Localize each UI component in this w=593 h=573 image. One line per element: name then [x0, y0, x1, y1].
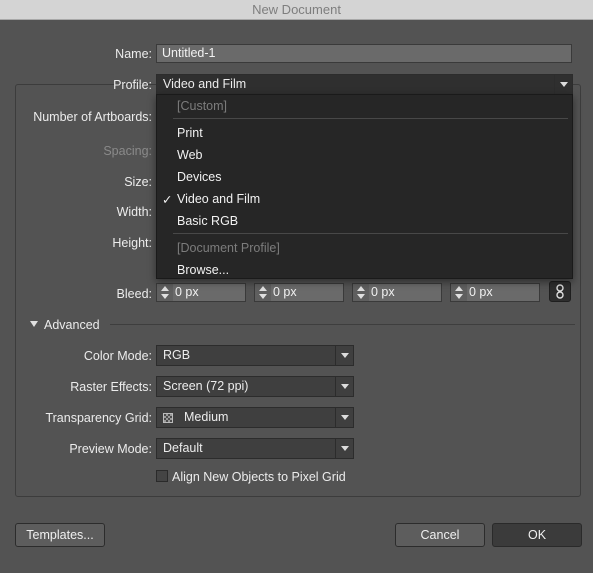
width-label: Width:: [116, 205, 152, 219]
preview-mode-dropdown[interactable]: Default: [156, 438, 354, 459]
bleed-label: Bleed:: [116, 287, 152, 301]
checkerboard-icon: [163, 413, 173, 423]
chevron-down-icon: [335, 377, 353, 396]
bleed-bottom-field[interactable]: 0 px: [271, 284, 343, 301]
stepper-arrows-icon[interactable]: [160, 285, 170, 300]
name-field[interactable]: Untitled-1: [156, 44, 572, 63]
bleed-bottom-stepper[interactable]: 0 px: [254, 283, 344, 302]
ok-button[interactable]: OK: [492, 523, 582, 547]
advanced-toggle[interactable]: Advanced: [44, 318, 100, 332]
chevron-down-icon: [554, 75, 572, 94]
menu-item-browse[interactable]: Browse...: [177, 263, 229, 277]
size-label: Size:: [124, 175, 152, 189]
color-mode-dropdown[interactable]: RGB: [156, 345, 354, 366]
menu-item-video-and-film[interactable]: ✓ Video and Film: [162, 192, 261, 207]
window-title: New Document: [0, 0, 593, 20]
name-label: Name:: [115, 47, 152, 61]
menu-separator: [173, 118, 568, 119]
align-pixel-grid-label[interactable]: Align New Objects to Pixel Grid: [172, 470, 346, 484]
menu-separator: [173, 233, 568, 234]
bleed-right-field[interactable]: 0 px: [467, 284, 539, 301]
disclosure-triangle-icon[interactable]: [30, 321, 38, 327]
templates-button[interactable]: Templates...: [15, 523, 105, 547]
color-mode-label: Color Mode:: [83, 349, 152, 363]
profile-dropdown[interactable]: Video and Film: [156, 74, 573, 95]
bleed-left-stepper[interactable]: 0 px: [352, 283, 442, 302]
raster-effects-label: Raster Effects:: [70, 380, 152, 394]
menu-item-basic-rgb[interactable]: Basic RGB: [177, 214, 238, 228]
raster-effects-dropdown[interactable]: Screen (72 ppi): [156, 376, 354, 397]
transparency-grid-label: Transparency Grid:: [45, 411, 152, 425]
bleed-left-field[interactable]: 0 px: [369, 284, 441, 301]
bleed-right-stepper[interactable]: 0 px: [450, 283, 540, 302]
chevron-down-icon: [335, 408, 353, 427]
stepper-arrows-icon[interactable]: [454, 285, 464, 300]
cancel-button[interactable]: Cancel: [395, 523, 485, 547]
menu-item-print[interactable]: Print: [177, 126, 203, 140]
height-label: Height:: [112, 236, 152, 250]
chevron-down-icon: [335, 439, 353, 458]
menu-item-custom: [Custom]: [177, 99, 228, 113]
profile-dropdown-value: Video and Film: [163, 77, 247, 91]
preview-mode-label: Preview Mode:: [69, 442, 152, 456]
bleed-top-field[interactable]: 0 px: [173, 284, 245, 301]
menu-item-document-profile: [Document Profile]: [177, 241, 280, 255]
link-bleed-button[interactable]: [549, 281, 571, 302]
profile-menu: [Custom] Print Web Devices ✓ Video and F…: [156, 94, 573, 279]
spacing-label: Spacing:: [103, 144, 152, 158]
artboards-label: Number of Artboards:: [33, 110, 152, 124]
chevron-down-icon: [335, 346, 353, 365]
profile-label: Profile:: [113, 78, 152, 92]
transparency-grid-value: Medium: [184, 410, 229, 424]
align-pixel-grid-checkbox[interactable]: [156, 470, 168, 482]
chain-link-icon: [556, 284, 564, 299]
menu-item-devices[interactable]: Devices: [177, 170, 221, 184]
transparency-grid-dropdown[interactable]: Medium: [156, 407, 354, 428]
stepper-arrows-icon[interactable]: [356, 285, 366, 300]
menu-item-label: Video and Film: [177, 192, 261, 206]
advanced-divider: [110, 324, 575, 325]
checkmark-icon: ✓: [162, 193, 173, 207]
color-mode-value: RGB: [163, 348, 191, 362]
raster-effects-value: Screen (72 ppi): [163, 379, 249, 393]
menu-item-web[interactable]: Web: [177, 148, 202, 162]
stepper-arrows-icon[interactable]: [258, 285, 268, 300]
bleed-top-stepper[interactable]: 0 px: [156, 283, 246, 302]
preview-mode-value: Default: [163, 441, 203, 455]
